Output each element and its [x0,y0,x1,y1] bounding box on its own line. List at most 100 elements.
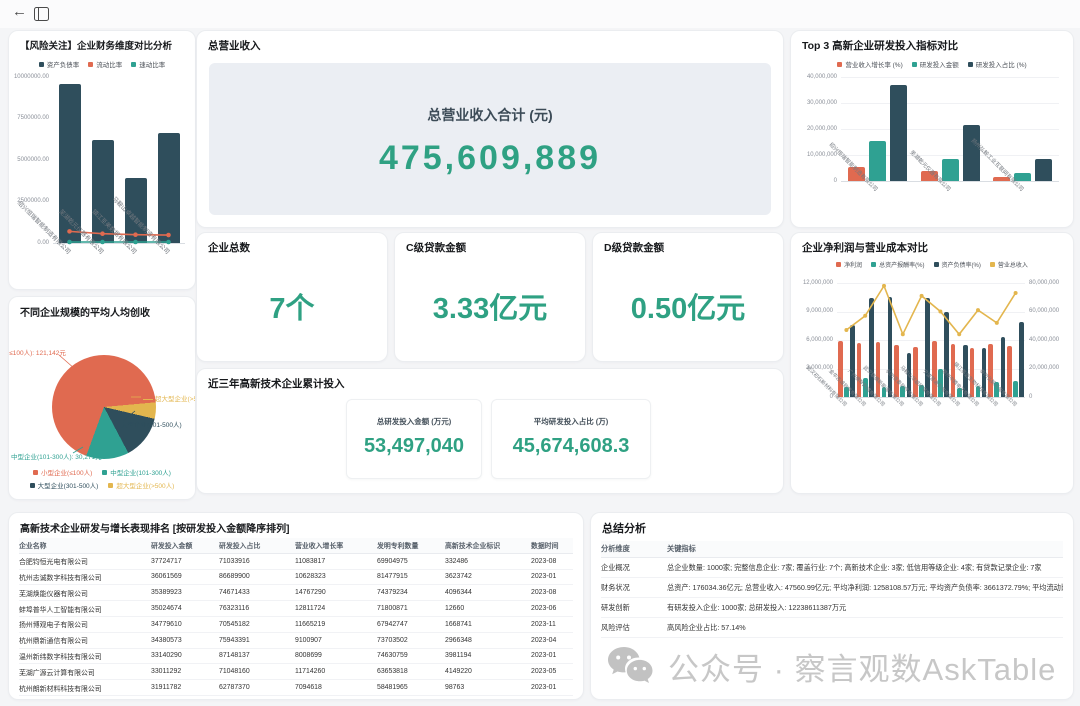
table-cell: 31911782 [151,684,219,691]
y-axis-right-tick-label: 20,000,000 [1029,365,1059,371]
legend-label: 超大型企业(>500人) [116,480,174,490]
y-axis-tick-label: 7500000.00 [9,115,49,121]
table-cell: 63653818 [377,668,445,675]
table-cell: 杭州志诚数字科技有限公司 [19,572,151,582]
panel-risk-finance-compare: 【风险关注】企业财务维度对比分析 资产负债率流动比率速动比率10000000.0… [8,30,196,290]
panel-company-count: 企业总数 7个 [196,232,388,362]
table-cell: 2966348 [445,637,531,644]
leader-dash [143,399,153,400]
table-cell: 2023-08 [531,589,573,596]
table-header-cell: 企业名称 [19,540,151,550]
table-cell: 36061569 [151,573,219,580]
panel-title: 近三年高新技术企业累计投入 [208,376,345,391]
table-cell: 3981194 [445,652,531,659]
table-cell: 财务状况 [601,583,667,593]
legend-label: 大型企业(301-500人) [38,480,99,490]
sidebar-toggle-icon[interactable] [34,7,49,21]
table-cell: 杭州鼎新通信有限公司 [19,635,151,645]
legend-label: 净利润 [844,260,862,269]
gridline [841,77,1059,78]
table-cell: 58481965 [377,684,445,691]
table-cell: 合肥钧恒光电有限公司 [19,556,151,566]
y-axis-tick-label: 40,000,000 [791,74,837,80]
legend-swatch-icon [131,62,136,67]
legend-label: 研发投入金额 [920,59,959,69]
legend-item[interactable]: 小型企业(≤100人) [33,467,92,477]
stat-label: 总研发投入金额 (万元) [347,416,481,427]
table-cell: 14767290 [295,589,377,596]
bar[interactable] [869,141,886,181]
company-count-value: 7个 [197,285,387,327]
panel-loan-c: C级贷款金额 3.33亿元 [394,232,586,362]
table-header-row: 企业名称研发投入金额研发投入占比营业收入增长率发明专利数量高新技术企业标识数据时… [19,538,573,554]
legend-item[interactable]: 营业收入增长率 (%) [837,59,902,69]
panel-title: D级贷款金额 [604,240,664,255]
table-cell: 71800871 [377,605,445,612]
panel-rd-invest: 近三年高新技术企业累计投入 总研发投入金额 (万元) 53,497,040 平均… [196,368,784,494]
legend-item[interactable]: 中型企业(101-300人) [102,467,171,477]
rd-avg-stat-card: 平均研发投入占比 (万) 45,674,608.3 [491,399,651,479]
table-cell: 企业概况 [601,563,667,573]
stat-value: 53,497,040 [347,435,481,458]
table-header-cell: 研发投入占比 [219,540,295,550]
chart-legend: 营业收入增长率 (%) 研发投入金额研发投入占比 (%) [791,59,1073,69]
table-header-cell: 关键指标 [667,544,1063,554]
legend-item[interactable]: 资产负债率(%) [934,260,981,269]
table-cell: 盐城银行云计算有限公司 [19,698,151,700]
table-cell: 杭州朗新材料科技有限公司 [19,683,151,693]
table-row: 财务状况总资产: 176034.36亿元; 总营业收入: 47560.99亿元;… [601,578,1063,598]
table-cell: 扬州博观电子有限公司 [19,619,151,629]
panel-title: 高新技术企业研发与增长表现排名 [按研发投入金额降序排列] [20,520,289,535]
table-cell: 总企业数量: 1000家; 完整信息企业: 7家; 覆盖行业: 7个; 高新技术… [667,563,1063,573]
legend-label: 总资产报酬率(%) [879,260,924,269]
legend-label: 小型企业(≤100人) [41,467,92,477]
legend-swatch-icon [30,483,35,488]
table-header-row: 分析维度关键指标 [601,541,1063,558]
chart-legend: 小型企业(≤100人) 中型企业(101-300人)大型企业(301-500人) 超… [15,467,189,490]
table-cell: 35024674 [151,605,219,612]
table-cell: 73703502 [377,637,445,644]
bi-dashboard: { "topbar": { "back_icon": "←" }, "kpis"… [0,0,1080,706]
table-cell: 12811724 [295,605,377,612]
table-cell: 2023-05 [531,668,573,675]
panel-title: C级贷款金额 [406,240,466,255]
table-row: 芜湖广源云计算有限公司33011292710481601171426063653… [19,664,573,680]
legend-item[interactable]: 研发投入占比 (%) [968,59,1027,69]
legend-swatch-icon [88,62,93,67]
legend-item[interactable]: 营业总收入 [990,260,1028,269]
stat-value: 45,674,608.3 [492,435,650,458]
table-cell: 33140290 [151,652,219,659]
legend-item[interactable]: 大型企业(301-500人) [30,480,99,490]
legend-label: 资产负债率 [47,59,80,69]
pie-callout-label: 小型企业(≤100人): 121,142元 [8,347,66,357]
back-button[interactable]: ← [12,3,27,20]
legend-item[interactable]: 总资产报酬率(%) [871,260,924,269]
table-cell: 2023-06 [531,605,573,612]
y-axis-tick-label: 30,000,000 [791,100,837,106]
legend-item[interactable]: 研发投入金额 [912,59,959,69]
legend-item[interactable]: 流动比率 [88,59,122,69]
table-cell: 34380573 [151,637,219,644]
y-axis-right-tick-label: 60,000,000 [1029,308,1059,314]
legend-label: 速动比率 [139,59,165,69]
table-cell: 74630759 [377,652,445,659]
panel-profit-cost-compare: 企业净利润与营业成本对比 净利润总资产报酬率(%)资产负债率(%)营业总收入12… [790,232,1074,494]
watermark-text: 公众号 · 察言观数AskTable [668,644,1056,689]
legend-label: 资产负债率(%) [942,260,981,269]
legend-item[interactable]: 资产负债率 [39,59,80,69]
panel-top3-rd-compare: Top 3 高新企业研发投入指标对比 营业收入增长率 (%)研发投入金额研发投入… [790,30,1074,228]
legend-item[interactable]: 超大型企业(>500人) [108,480,174,490]
bar[interactable] [1035,159,1052,181]
table-cell: 2023-08 [531,558,573,565]
table-header-cell: 营业收入增长率 [295,540,377,550]
summary-table: 分析维度关键指标企业概况总企业数量: 1000家; 完整信息企业: 7家; 覆盖… [601,541,1063,638]
table-cell: 86689900 [219,573,295,580]
legend-label: 流动比率 [96,59,122,69]
loan-d-value: 0.50亿元 [593,285,783,327]
gridline [841,129,1059,130]
table-cell: 高风险企业占比: 57.14% [667,623,1063,633]
legend-item[interactable]: 速动比率 [131,59,165,69]
legend-item[interactable]: 净利润 [836,260,862,269]
table-cell: 69904975 [377,558,445,565]
legend-swatch-icon [108,483,113,488]
